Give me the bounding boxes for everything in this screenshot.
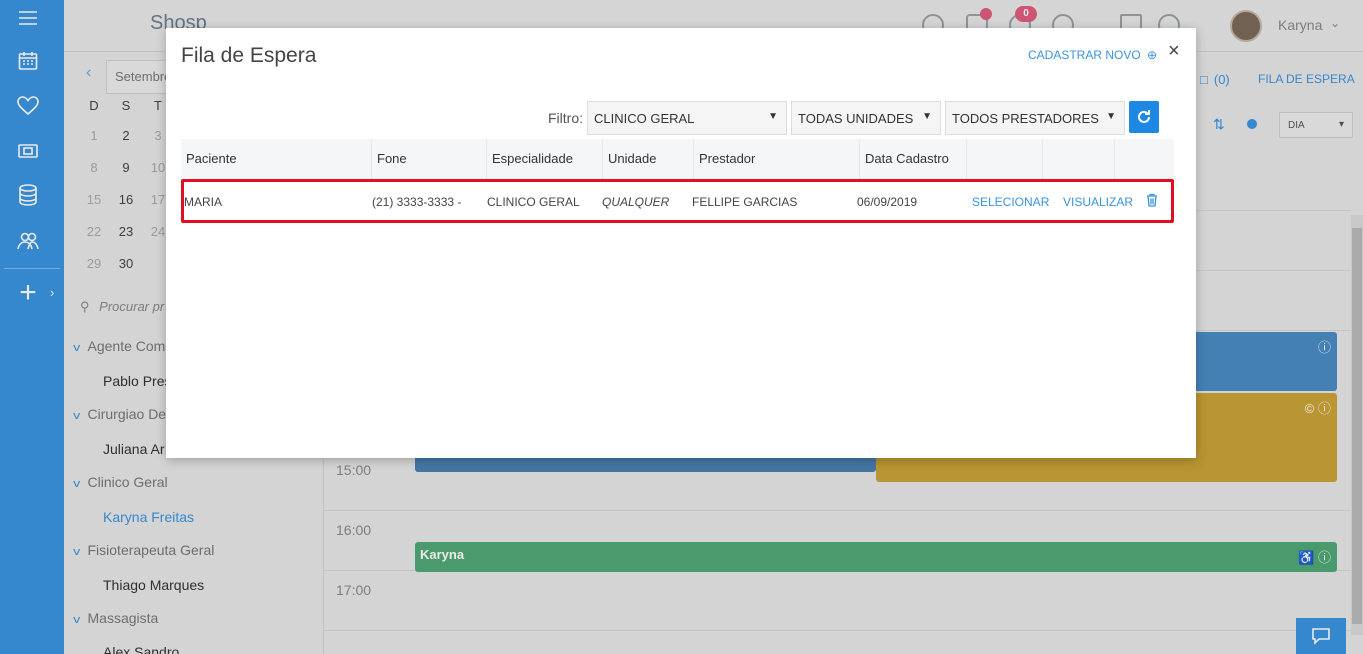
column-header: Unidade — [603, 139, 694, 179]
column-header: Paciente — [181, 139, 372, 179]
fone-cell: (21) 3333-3333 - — [372, 195, 462, 209]
prestadores-select[interactable]: TODOS PRESTADORES ▼ — [945, 101, 1125, 135]
column-header: Data Cadastro — [860, 139, 967, 179]
refresh-button[interactable] — [1129, 101, 1159, 133]
column-header — [1115, 139, 1174, 179]
refresh-icon — [1138, 110, 1150, 123]
column-header: Fone — [372, 139, 487, 179]
prestador-cell: FELLIPE GARCIAS — [692, 195, 798, 209]
column-header — [967, 139, 1043, 179]
table-header: Paciente Fone Especialidade Unidade Pres… — [181, 139, 1174, 179]
filter-label: Filtro: — [548, 110, 583, 126]
paciente-cell: MARIA — [184, 195, 223, 209]
unidades-select[interactable]: TODAS UNIDADES ▼ — [791, 101, 941, 135]
fila-de-espera-modal: Fila de Espera CADASTRAR NOVO ⊕ × Filtro… — [166, 28, 1196, 458]
selecionar-link[interactable]: SELECIONAR — [972, 195, 1049, 209]
visualizar-link[interactable]: VISUALIZAR — [1063, 195, 1133, 209]
close-icon[interactable]: × — [1168, 40, 1180, 63]
plus-circle-icon: ⊕ — [1147, 48, 1158, 62]
especialidade-cell: CLINICO GERAL — [487, 195, 580, 209]
table-row[interactable]: MARIA (21) 3333-3333 - CLINICO GERAL QUA… — [181, 179, 1174, 223]
data-cadastro-cell: 06/09/2019 — [857, 195, 918, 209]
column-header: Especialidade — [487, 139, 603, 179]
column-header — [1043, 139, 1115, 179]
modal-title: Fila de Espera — [181, 44, 317, 67]
column-header: Prestador — [694, 139, 860, 179]
caret-down-icon: ▼ — [1106, 111, 1116, 122]
trash-icon[interactable] — [1146, 193, 1158, 207]
caret-down-icon: ▼ — [922, 111, 932, 122]
unidade-cell: QUALQUER — [602, 195, 670, 209]
especialidade-select[interactable]: CLINICO GERAL ▼ — [587, 101, 787, 135]
cadastrar-novo-button[interactable]: CADASTRAR NOVO ⊕ — [1028, 48, 1157, 62]
caret-down-icon: ▼ — [768, 111, 778, 122]
